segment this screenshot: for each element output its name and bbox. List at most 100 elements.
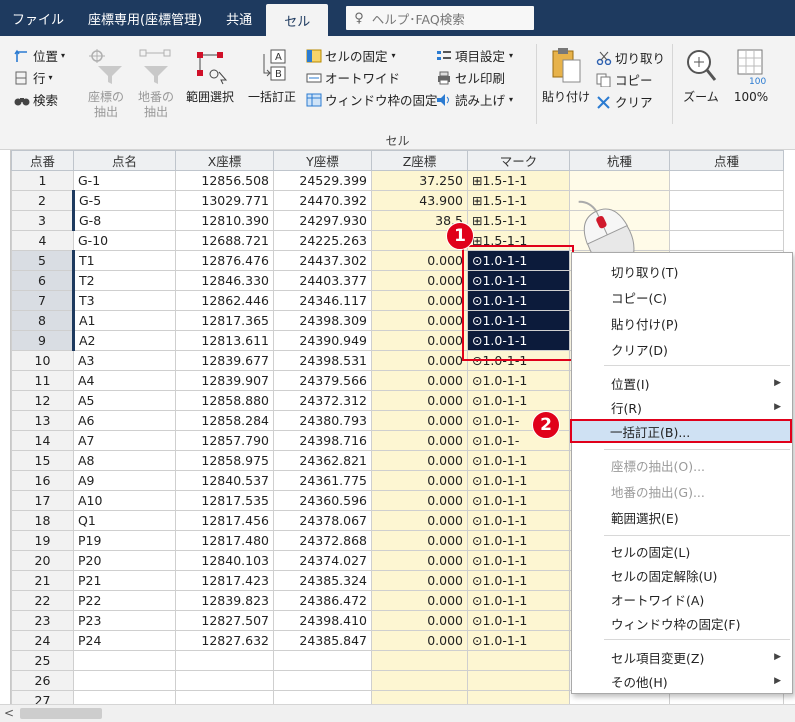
help-search-box[interactable]: ♀ ヘルプ･FAQ検索 [346, 6, 535, 30]
cell-x[interactable]: 12817.535 [175, 490, 274, 511]
tab-coordinate-management[interactable]: 座標専用(座標管理) [76, 0, 214, 36]
cell-z[interactable]: 0.000 [371, 470, 468, 491]
cell-fix-button[interactable]: セルの固定 ▾ [306, 46, 396, 65]
cell-point-no[interactable]: 25 [11, 650, 74, 671]
cell-x[interactable]: 12827.632 [175, 630, 274, 651]
menu-item-auto-wide[interactable]: オートワイド(A) [573, 587, 791, 611]
cell-y[interactable] [273, 650, 372, 671]
cell-point-no[interactable]: 23 [11, 610, 74, 631]
cell-point-no[interactable]: 5 [11, 250, 74, 271]
cell-x[interactable]: 12839.677 [175, 350, 274, 371]
cell-z[interactable]: 0.000 [371, 510, 468, 531]
cell-y[interactable]: 24385.847 [273, 630, 372, 651]
cell-x[interactable]: 12856.508 [175, 170, 274, 191]
cell-point-name[interactable]: A8 [73, 450, 176, 471]
cell-point-no[interactable]: 7 [11, 290, 74, 311]
cell-x[interactable]: 12840.537 [175, 470, 274, 491]
cell-z[interactable]: 0.000 [371, 610, 468, 631]
cell-y[interactable]: 24398.410 [273, 610, 372, 631]
zoom-button[interactable]: ズーム [679, 48, 723, 105]
cell-mark[interactable]: ⊙1.0-1-1 [467, 550, 570, 571]
cell-z[interactable]: 0.000 [371, 390, 468, 411]
cell-y[interactable]: 24386.472 [273, 590, 372, 611]
cell-y[interactable]: 24398.309 [273, 310, 372, 331]
coord-extract-button[interactable]: 座標の 抽出 [84, 48, 128, 120]
cell-x[interactable]: 12817.365 [175, 310, 274, 331]
cell-point-no[interactable]: 9 [11, 330, 74, 351]
cell-point-name[interactable] [73, 670, 176, 691]
cell-point-name[interactable]: A6 [73, 410, 176, 431]
cell-z[interactable] [371, 650, 468, 671]
cell-z[interactable]: 0.000 [371, 250, 468, 271]
cell-mark[interactable] [467, 650, 570, 671]
menu-item-cut[interactable]: 切り取り(T) [573, 259, 791, 283]
menu-item-cell-item-change[interactable]: セル項目変更(Z) ▶ [573, 645, 791, 669]
cell-y[interactable]: 24378.067 [273, 510, 372, 531]
cell-point-no[interactable]: 18 [11, 510, 74, 531]
cell-point-no[interactable]: 1 [11, 170, 74, 191]
cell-point-no[interactable]: 20 [11, 550, 74, 571]
menu-item-window-fix[interactable]: ウィンドウ枠の固定(F) [573, 611, 791, 635]
auto-wide-button[interactable]: オートワイド [306, 68, 400, 87]
col-header-pile-type[interactable]: 杭種 [569, 150, 670, 171]
cell-point-no[interactable]: 24 [11, 630, 74, 651]
cut-button[interactable]: 切り取り [596, 48, 665, 67]
cell-mark[interactable]: ⊙1.0-1-1 [467, 470, 570, 491]
cell-z[interactable]: 0.000 [371, 590, 468, 611]
cell-z[interactable]: 0.000 [371, 550, 468, 571]
cell-point-name[interactable]: G-5 [72, 190, 176, 211]
cell-x[interactable]: 12862.446 [175, 290, 274, 311]
cell-x[interactable] [175, 690, 274, 704]
cell-x[interactable]: 12813.611 [175, 330, 274, 351]
cell-z[interactable]: 0.000 [371, 490, 468, 511]
cell-y[interactable]: 24362.821 [273, 450, 372, 471]
tab-common[interactable]: 共通 [214, 0, 264, 36]
cell-z[interactable]: 0.000 [371, 630, 468, 651]
cell-y[interactable]: 24360.596 [273, 490, 372, 511]
cell-z[interactable]: 0.000 [371, 370, 468, 391]
cell-point-name[interactable]: A2 [72, 330, 176, 351]
menu-item-coord-extract[interactable]: 座標の抽出(O)... [573, 453, 791, 477]
lot-extract-button[interactable]: 地番の 抽出 [134, 48, 178, 120]
cell-point-no[interactable]: 4 [11, 230, 74, 251]
item-setting-button[interactable]: 項目設定 ▾ [436, 46, 513, 65]
cell-z[interactable]: 43.900 [371, 190, 468, 211]
clear-button[interactable]: クリア [596, 92, 653, 111]
read-aloud-button[interactable]: 読み上げ ▾ [436, 90, 513, 109]
cell-point-name[interactable]: A10 [73, 490, 176, 511]
table-row[interactable]: 4G-1012688.72124225.2630.⊞1.5-1-1 [11, 230, 784, 251]
cell-mark[interactable]: ⊞1.5-1-1 [467, 170, 570, 191]
cell-y[interactable]: 24225.263 [273, 230, 372, 251]
cell-pile-type[interactable] [569, 170, 670, 191]
cell-point-name[interactable]: P19 [73, 530, 176, 551]
cell-y[interactable]: 24385.324 [273, 570, 372, 591]
cell-point-name[interactable]: P20 [73, 550, 176, 571]
row-button[interactable]: 行 ▾ [14, 68, 53, 87]
table-row[interactable]: 1 G-1 12856.508 24529.399 37.250 ⊞1.5-1-1 [11, 170, 784, 191]
cell-z[interactable] [371, 670, 468, 691]
cell-z[interactable]: 0.000 [371, 310, 468, 331]
cell-mark[interactable] [467, 690, 570, 704]
cell-point-no[interactable]: 17 [11, 490, 74, 511]
zoom-100-button[interactable]: 100 100% [726, 48, 776, 105]
menu-item-cell-unfix[interactable]: セルの固定解除(U) [573, 563, 791, 587]
cell-z[interactable]: 0.000 [371, 270, 468, 291]
cell-point-no[interactable]: 27 [11, 690, 74, 704]
cell-point-name[interactable]: G-10 [73, 230, 176, 251]
cell-point-name[interactable]: A9 [73, 470, 176, 491]
cell-x[interactable] [175, 670, 274, 691]
cell-z[interactable]: 0.000 [371, 430, 468, 451]
cell-point-name[interactable]: A7 [73, 430, 176, 451]
cell-point-no[interactable]: 11 [11, 370, 74, 391]
cell-y[interactable]: 24346.117 [273, 290, 372, 311]
col-header-point-no[interactable]: 点番 [11, 150, 74, 171]
cell-y[interactable]: 24403.377 [273, 270, 372, 291]
col-header-y[interactable]: Y座標 [273, 150, 372, 171]
tab-cell[interactable]: セル [266, 4, 329, 36]
cell-point-no[interactable]: 8 [11, 310, 74, 331]
cell-point-no[interactable]: 16 [11, 470, 74, 491]
cell-print-button[interactable]: セル印刷 [436, 68, 505, 87]
cell-point-name[interactable]: T3 [72, 290, 176, 311]
scrollbar-thumb[interactable] [20, 708, 102, 719]
cell-x[interactable]: 12688.721 [175, 230, 274, 251]
